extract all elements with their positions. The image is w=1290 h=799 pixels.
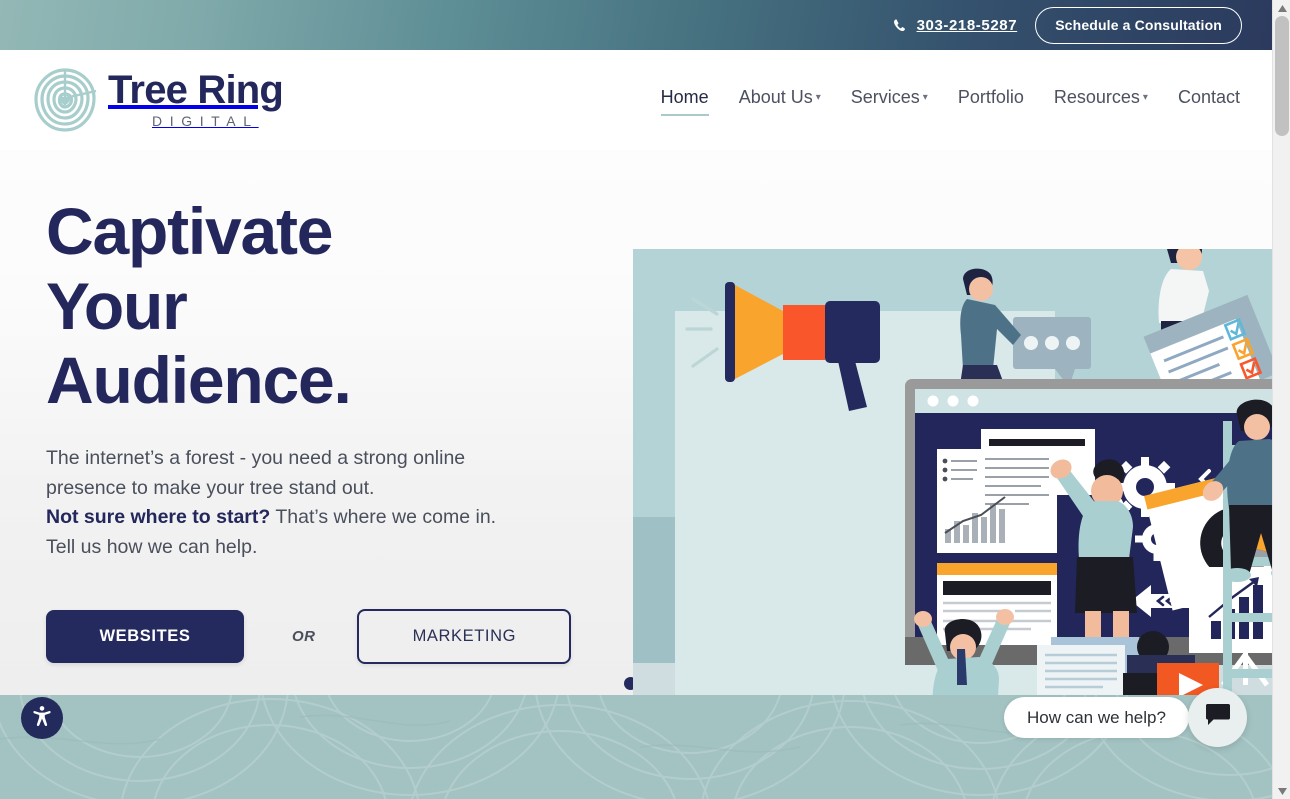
site-header: Tree Ring DIGITAL Home About Us ▾ Servic… <box>0 50 1272 150</box>
hero-paragraph-line-3-rest: That’s where we come in. <box>270 506 497 529</box>
or-separator-label: OR <box>292 628 316 646</box>
nav-item-portfolio[interactable]: Portfolio <box>958 87 1024 114</box>
hero-section: Captivate Your Audience. The internet’s … <box>0 150 1272 695</box>
brand-name: Tree Ring <box>108 68 284 112</box>
hero-paragraph-line-4: Tell us how we can help. <box>46 536 258 559</box>
logo-link[interactable]: Tree Ring DIGITAL <box>30 65 284 135</box>
marketing-button[interactable]: MARKETING <box>357 609 572 665</box>
hero-paragraph-emphasis: Not sure where to start? <box>46 506 271 529</box>
hero-paragraph-line-2: presence to make your tree stand out. <box>46 476 375 499</box>
nav-label: Portfolio <box>957 86 1024 107</box>
page-title: Captivate Your Audience. <box>46 194 626 418</box>
phone-link[interactable]: 303-218-5287 <box>893 17 1018 34</box>
hero-cta-group: WEBSITES OR MARKETING <box>46 609 626 665</box>
chevron-down-icon: ▾ <box>922 92 928 103</box>
scroll-up-arrow-icon[interactable] <box>1273 0 1290 16</box>
websites-button[interactable]: WEBSITES <box>46 610 244 664</box>
chat-bubble-icon <box>1205 703 1231 732</box>
scrollbar-thumb[interactable] <box>1275 16 1289 136</box>
phone-icon <box>893 18 907 33</box>
hero-title-line-1: Captivate <box>46 194 333 268</box>
chat-prompt-bubble[interactable]: How can we help? <box>1004 697 1189 738</box>
nav-item-resources[interactable]: Resources ▾ <box>1054 87 1148 114</box>
accessibility-widget-button[interactable] <box>21 697 63 739</box>
nav-item-home[interactable]: Home <box>660 86 709 116</box>
hero-paragraph-line-3: Not sure where to start? That’s where we… <box>46 503 586 533</box>
nav-item-about-us[interactable]: About Us ▾ <box>739 87 821 114</box>
brand-tagline: DIGITAL <box>152 113 259 129</box>
logo-wordmark: Tree Ring DIGITAL <box>108 68 284 129</box>
nav-item-services[interactable]: Services ▾ <box>851 87 928 114</box>
nav-label: Services <box>850 86 920 107</box>
open-chat-button[interactable] <box>1188 688 1247 747</box>
nav-label: Home <box>660 86 709 107</box>
phone-number: 303-218-5287 <box>916 16 1018 34</box>
chevron-down-icon: ▾ <box>815 92 821 103</box>
hero-title-line-2: Your <box>46 268 188 343</box>
accessibility-person-icon <box>30 704 54 733</box>
hero-title-line-3: Audience. <box>46 343 352 418</box>
digital-marketing-team-illustration <box>633 249 1272 695</box>
top-utility-bar-content: 303-218-5287 Schedule a Consultation <box>893 6 1272 44</box>
nav-item-contact[interactable]: Contact <box>1178 87 1240 114</box>
nav-label: About Us <box>738 86 813 107</box>
schedule-consultation-button[interactable]: Schedule a Consultation <box>1035 6 1242 44</box>
nav-label: Contact <box>1177 86 1240 107</box>
chat-prompt-text: How can we help? <box>1027 707 1166 727</box>
hero-paragraph-line-1: The internet’s a forest - you need a str… <box>46 446 466 469</box>
top-utility-bar: 303-218-5287 Schedule a Consultation <box>0 0 1272 50</box>
hero-content: Captivate Your Audience. The internet’s … <box>46 194 626 665</box>
nav-label: Resources <box>1053 86 1140 107</box>
scroll-down-arrow-icon[interactable] <box>1273 783 1290 799</box>
page-viewport: 303-218-5287 Schedule a Consultation Tre… <box>0 0 1272 799</box>
main-navigation: Home About Us ▾ Services ▾ Portfolio Res… <box>660 86 1240 116</box>
hero-paragraph: The internet’s a forest - you need a str… <box>46 444 586 563</box>
tree-ring-logo-icon <box>30 65 100 135</box>
chevron-down-icon: ▾ <box>1142 92 1148 103</box>
browser-scrollbar[interactable] <box>1272 0 1290 799</box>
browser-page: 303-218-5287 Schedule a Consultation Tre… <box>0 0 1290 799</box>
